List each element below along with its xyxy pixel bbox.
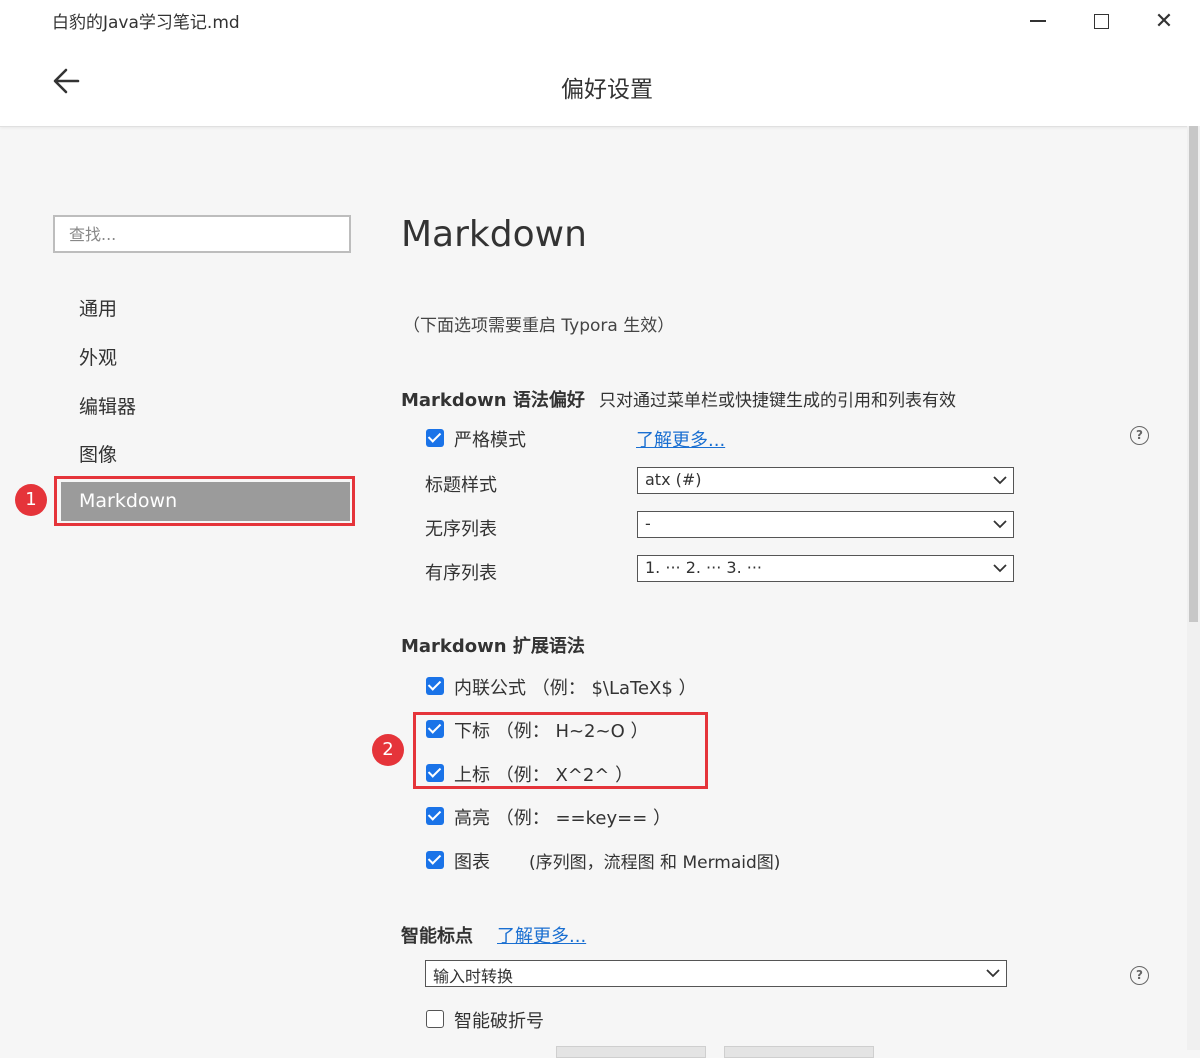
syntax-preferences-description: 只对通过菜单栏或快捷键生成的引用和列表有效 xyxy=(599,391,956,411)
extended-syntax-title: Markdown 扩展语法 xyxy=(401,636,585,657)
scrollbar[interactable] xyxy=(1187,126,1200,1050)
sidebar-item-appearance[interactable]: 外观 xyxy=(79,343,117,370)
ordered-list-value: 1. ··· 2. ··· 3. ··· xyxy=(645,558,762,577)
chevron-down-icon xyxy=(986,969,1000,978)
learn-more-link[interactable]: 了解更多... xyxy=(636,426,725,452)
annotation-badge-1: 1 xyxy=(15,484,47,516)
sidebar-item-general[interactable]: 通用 xyxy=(79,294,117,321)
window-title: 白豹的Java学习笔记.md xyxy=(52,13,240,33)
smart-dash-label: 智能破折号 xyxy=(454,1011,544,1032)
help-icon[interactable]: ? xyxy=(1130,426,1149,445)
smart-punctuation-select[interactable]: 输入时转换 xyxy=(425,960,1007,987)
minimize-button[interactable] xyxy=(1018,6,1058,36)
smart-punctuation-value: 输入时转换 xyxy=(433,967,514,986)
minimize-icon xyxy=(1030,20,1046,22)
smart-dash-checkbox[interactable] xyxy=(426,1010,444,1028)
page-title: 偏好设置 xyxy=(561,77,653,103)
diagram-label: 图表 xyxy=(454,852,496,873)
diagram-note: (序列图，流程图 和 Mermaid图) xyxy=(529,853,781,873)
heading-style-value: atx (#) xyxy=(645,470,702,489)
sidebar-item-image[interactable]: 图像 xyxy=(79,440,117,467)
help-icon[interactable]: ? xyxy=(1130,966,1149,985)
unordered-list-select[interactable]: - xyxy=(637,511,1014,538)
close-button[interactable]: ✕ xyxy=(1144,6,1184,36)
close-icon: ✕ xyxy=(1154,8,1174,34)
strict-mode-checkbox[interactable] xyxy=(426,429,444,447)
learn-more-link[interactable]: 了解更多... xyxy=(497,922,586,948)
scrollbar-thumb[interactable] xyxy=(1189,126,1198,622)
highlight-checkbox[interactable] xyxy=(426,807,444,825)
search-input[interactable] xyxy=(53,215,351,253)
partial-button[interactable] xyxy=(724,1046,874,1058)
highlight-label: 高亮 （例： ==key== ） xyxy=(454,808,672,829)
maximize-icon xyxy=(1093,13,1109,29)
header-bar: 白豹的Java学习笔记.md ✕ 偏好设置 xyxy=(0,0,1200,127)
ordered-list-select[interactable]: 1. ··· 2. ··· 3. ··· xyxy=(637,555,1014,582)
syntax-preferences-title: Markdown 语法偏好 xyxy=(401,390,585,411)
smart-punctuation-title: 智能标点 xyxy=(401,926,473,947)
ordered-list-label: 有序列表 xyxy=(425,563,497,584)
chevron-down-icon xyxy=(993,476,1007,485)
partial-button[interactable] xyxy=(556,1046,706,1058)
unordered-list-label: 无序列表 xyxy=(425,519,497,540)
heading-style-select[interactable]: atx (#) xyxy=(637,467,1014,494)
chevron-down-icon xyxy=(993,564,1007,573)
diagram-checkbox[interactable] xyxy=(426,851,444,869)
annotation-highlight-2 xyxy=(413,712,708,789)
chevron-down-icon xyxy=(993,520,1007,529)
annotation-highlight-1 xyxy=(54,476,355,526)
strict-mode-label: 严格模式 xyxy=(454,430,526,451)
inline-math-label: 内联公式 （例： $\LaTeX$ ） xyxy=(454,678,697,699)
section-heading: Markdown xyxy=(401,214,587,255)
heading-style-label: 标题样式 xyxy=(425,475,497,496)
sidebar-item-editor[interactable]: 编辑器 xyxy=(79,392,136,419)
maximize-button[interactable] xyxy=(1081,6,1121,36)
annotation-badge-2: 2 xyxy=(372,734,404,766)
restart-note: （下面选项需要重启 Typora 生效） xyxy=(403,316,675,336)
inline-math-checkbox[interactable] xyxy=(426,677,444,695)
unordered-list-value: - xyxy=(645,514,651,533)
